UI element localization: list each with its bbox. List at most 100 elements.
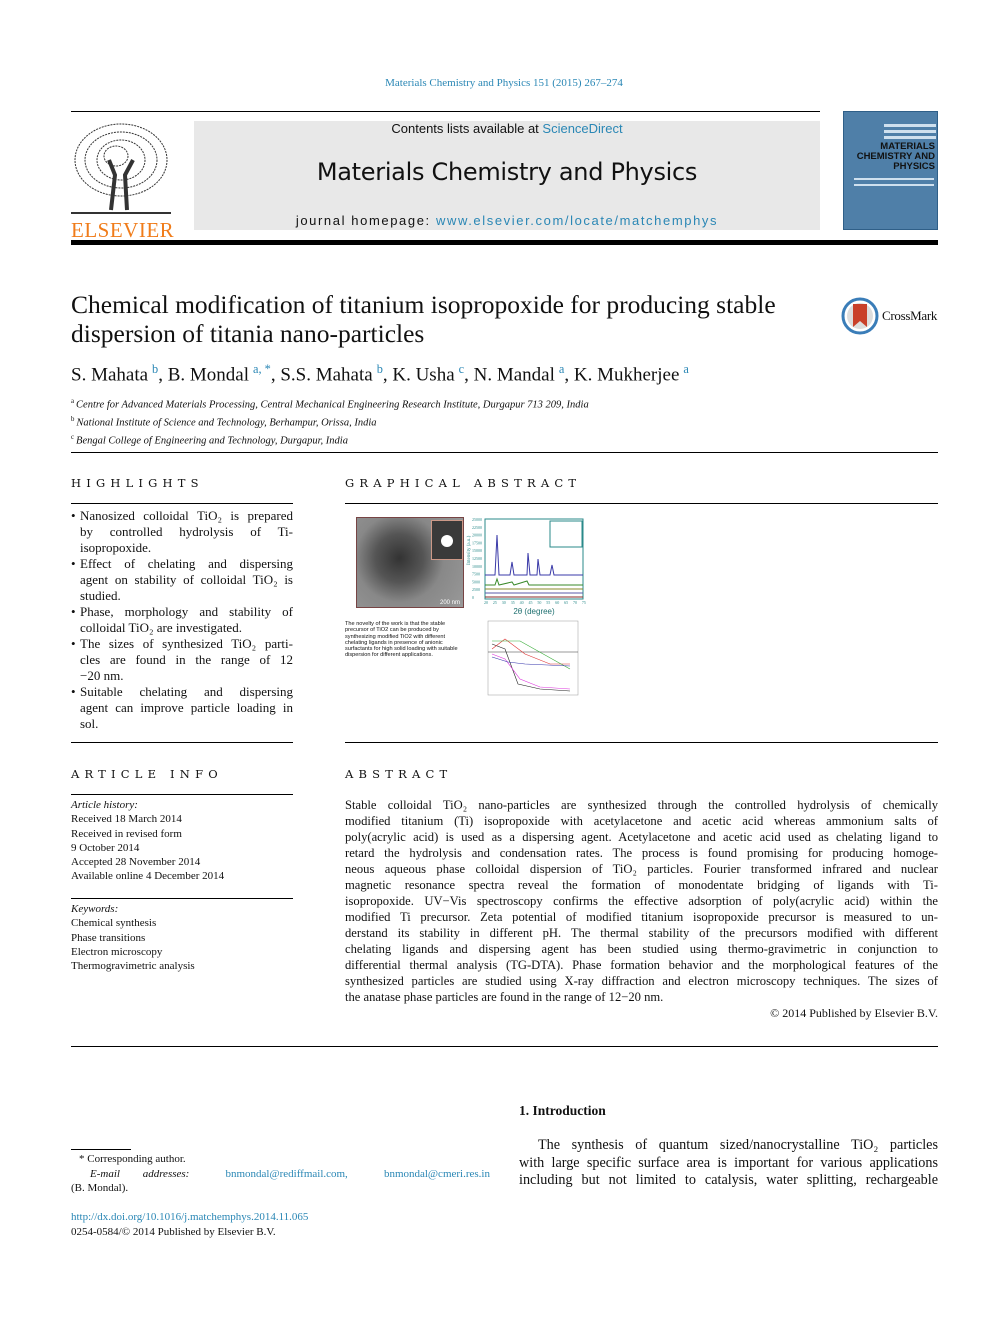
- bullet-icon: •: [71, 684, 76, 699]
- abstract-line: retard the hydrolysis and condensation r…: [345, 846, 938, 860]
- xrd-y-tick: 10000: [472, 564, 482, 569]
- highlight-text: studied.: [80, 588, 121, 603]
- keywords-label: Keywords:: [71, 903, 119, 915]
- affiliation-key: c: [71, 434, 75, 441]
- xrd-y-tick: 22500: [472, 525, 482, 530]
- abstract-line: magnetic resonance spectra reveal the fo…: [345, 878, 938, 892]
- introduction-body: The synthesis of quantum sized/nanocryst…: [519, 1137, 938, 1190]
- crossmark-label: CrossMark: [882, 308, 938, 323]
- affiliation: b National Institute of Science and Techn…: [71, 413, 589, 431]
- doi-link[interactable]: http://dx.doi.org/10.1016/j.matchemphys.…: [71, 1211, 308, 1223]
- author-list: S. Mahata b, B. Mondal a, *, S.S. Mahata b,…: [71, 362, 689, 386]
- cover-title: MATERIALS CHEMISTRY AND PHYSICS: [856, 141, 935, 172]
- xrd-x-tick: 55: [546, 600, 550, 605]
- footnote-marker: *: [79, 1153, 85, 1165]
- affiliation-text: Bengal College of Engineering and Techno…: [76, 435, 348, 447]
- xrd-y-tick: 5000: [472, 579, 480, 584]
- divider: [71, 1046, 938, 1047]
- xrd-y-tick: 17500: [472, 540, 482, 545]
- corresponding-author-note: Corresponding author.: [87, 1153, 186, 1165]
- xrd-y-tick: 25000: [472, 517, 482, 522]
- title-line: Chemical modification of titanium isopro…: [71, 290, 776, 319]
- journal-title: Materials Chemistry and Physics: [316, 158, 698, 186]
- highlight-line: • Suitable chelating and dispersing: [71, 684, 293, 700]
- xrd-x-tick: 30: [502, 600, 506, 605]
- elsevier-wordmark: ELSEVIER: [71, 218, 175, 242]
- separator: ,: [158, 364, 168, 386]
- xrd-x-tick: 60: [555, 600, 559, 605]
- divider: [71, 742, 293, 743]
- highlight-text: agent can improve particle loading in: [80, 700, 293, 715]
- xrd-x-label: 2θ (degree): [513, 607, 555, 616]
- divider: [345, 742, 938, 743]
- email-link[interactable]: bnmondal@rediffmail.com,: [225, 1167, 347, 1182]
- highlight-text: colloidal TiO₂ are investigated.: [80, 620, 242, 635]
- email-label: E-mail addresses:: [90, 1167, 190, 1180]
- article-info-heading: ARTICLE INFO: [71, 767, 223, 781]
- highlight-text: The sizes of synthesized TiO₂ parti-: [80, 636, 293, 651]
- highlight-line: • Phase, morphology and stability of: [71, 604, 293, 620]
- xrd-x-tick: 45: [529, 600, 533, 605]
- tem-image: 200 nm: [356, 517, 464, 608]
- elsevier-logo: ELSEVIER: [71, 120, 174, 241]
- keywords: Keywords: Chemical synthesis Phase transi…: [71, 902, 195, 973]
- divider: [345, 503, 938, 504]
- highlight-line: cles are found in the range of 12: [71, 652, 293, 668]
- author-name: S. Mahata: [71, 364, 149, 386]
- introduction-heading: 1. Introduction: [519, 1103, 606, 1118]
- xrd-x-tick: 35: [511, 600, 515, 605]
- highlight-line: colloidal TiO₂ are investigated.: [71, 620, 293, 636]
- separator: ,: [564, 364, 574, 386]
- graphical-abstract-caption: The novelty of the work is that the stab…: [345, 621, 458, 659]
- author-name: S.S. Mahata: [280, 364, 373, 386]
- introduction-line: including but not limited to catalysis, …: [519, 1172, 938, 1188]
- xrd-x-tick: 50: [537, 600, 541, 605]
- xrd-y-tick: 15000: [472, 548, 482, 553]
- affiliation-key: a: [71, 398, 75, 405]
- affiliation-text: National Institute of Science and Techno…: [76, 417, 377, 429]
- highlight-line: • Effect of chelating and dispersing: [71, 556, 293, 572]
- bullet-icon: •: [71, 604, 76, 619]
- history-entry: 9 October 2014: [71, 841, 140, 854]
- abstract-line: modified Ti precursor. Zeta potential of…: [345, 910, 938, 924]
- highlight-text: sol.: [80, 716, 99, 731]
- history-label: Article history:: [71, 799, 138, 811]
- crossmark-badge[interactable]: CrossMark: [841, 297, 937, 335]
- journal-reference[interactable]: Materials Chemistry and Physics 151 (201…: [0, 77, 992, 89]
- highlight-text: agent on stability of colloidal TiO₂ is: [80, 572, 293, 587]
- abstract-line: neous aqueous phase colloidal dispersion…: [345, 862, 938, 876]
- xrd-y-tick: 7500: [472, 572, 480, 577]
- sciencedirect-link[interactable]: ScienceDirect: [542, 121, 622, 136]
- issn-copyright: 0254-0584/© 2014 Published by Elsevier B…: [71, 1226, 276, 1238]
- email-owner: (B. Mondal).: [71, 1182, 129, 1194]
- email-link[interactable]: bnmondal@cmeri.res.in: [384, 1167, 490, 1182]
- author-affiliation-marker[interactable]: a: [683, 362, 688, 376]
- highlight-text: −20 nm.: [80, 668, 124, 683]
- highlights-list: • Nanosized colloidal TiO₂ is prepared by …: [71, 508, 293, 732]
- highlight-line: agent on stability of colloidal TiO₂ is: [71, 572, 293, 588]
- highlight-line: • Nanosized colloidal TiO₂ is prepared: [71, 508, 293, 524]
- highlight-text: Nanosized colloidal TiO₂ is prepared: [80, 508, 293, 523]
- author-affiliation-marker[interactable]: a, *: [253, 362, 271, 376]
- highlight-line: by controlled hydrolysis of Ti-: [71, 524, 293, 540]
- xrd-x-tick: 75: [582, 600, 586, 605]
- graphical-abstract-heading: GRAPHICAL ABSTRACT: [345, 476, 582, 490]
- history-entry: Available online 4 December 2014: [71, 870, 225, 883]
- highlight-text: cles are found in the range of 12: [80, 652, 293, 667]
- keyword: Chemical synthesis: [71, 917, 157, 930]
- zeta-potential-plot: [487, 620, 579, 696]
- history-entry: Received in revised form: [71, 827, 182, 840]
- highlight-text: Phase, morphology and stability of: [80, 604, 293, 619]
- footnote-divider: [71, 1149, 131, 1150]
- divider: [71, 898, 293, 899]
- abstract-line: the anatase phase particles are found in…: [345, 990, 664, 1004]
- highlight-line: studied.: [71, 588, 293, 604]
- header-thick-rule: [71, 240, 938, 245]
- homepage-line: journal homepage: www.elsevier.com/locat…: [194, 213, 820, 228]
- abstract-line: differential thermal analysis (TG-DTA). …: [345, 958, 938, 972]
- homepage-prefix: journal homepage:: [295, 213, 436, 228]
- contents-line: Contents lists available at ScienceDirec…: [194, 121, 820, 136]
- homepage-link[interactable]: www.elsevier.com/locate/matchemphys: [436, 213, 718, 228]
- contents-prefix: Contents lists available at: [391, 121, 543, 136]
- affiliation-text: Centre for Advanced Materials Processing…: [76, 399, 589, 411]
